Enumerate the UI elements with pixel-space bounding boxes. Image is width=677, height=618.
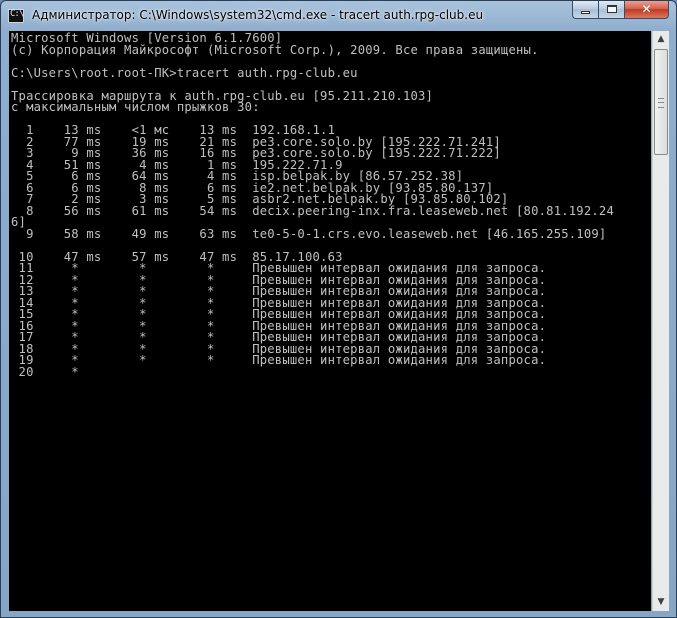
console-line: 9 58 ms 49 ms 63 ms te0-5-0-1.crs.evo.le… (11, 226, 607, 241)
console-line: (c) Корпорация Майкрософт (Microsoft Cor… (11, 42, 539, 57)
scrollbar-thumb[interactable] (654, 49, 668, 155)
cmd-window: C:\ Администратор: C:\Windows\system32\c… (0, 0, 677, 618)
scroll-down-arrow-icon[interactable]: ▼ (653, 594, 669, 611)
window-title: Администратор: C:\Windows\system32\cmd.e… (32, 8, 484, 22)
scroll-up-arrow-icon[interactable]: ▲ (653, 31, 669, 48)
console-line: 8 56 ms 61 ms 54 ms decix.peering-inx.fr… (11, 203, 614, 218)
minimize-icon (581, 11, 590, 14)
scrollbar-grip-icon (658, 98, 664, 108)
close-icon: ✕ (641, 2, 652, 16)
maximize-icon (607, 5, 617, 13)
console-line: 20 * (11, 364, 79, 379)
vertical-scrollbar[interactable]: ▲ ▼ (652, 31, 669, 611)
cmd-icon[interactable]: C:\ (8, 9, 24, 23)
minimize-button[interactable] (572, 1, 598, 19)
console-output[interactable]: Microsoft Windows [Version 6.1.7600] (c) … (9, 31, 651, 611)
cmd-icon-glyph: C:\ (10, 9, 24, 19)
close-button[interactable]: ✕ (624, 1, 669, 19)
maximize-button[interactable] (598, 1, 624, 19)
console-line: C:\Users\root.root-ПК>tracert auth.rpg-c… (11, 65, 358, 80)
console-line: с максимальным числом прыжков 30: (11, 100, 260, 114)
caption-buttons: ✕ (572, 1, 669, 20)
console-line: 19 * * * Превышен интервал ожидания для … (11, 353, 547, 367)
console-text: Microsoft Windows [Version 6.1.7600] (c) … (9, 31, 651, 378)
title-bar[interactable]: C:\ Администратор: C:\Windows\system32\c… (1, 1, 676, 31)
